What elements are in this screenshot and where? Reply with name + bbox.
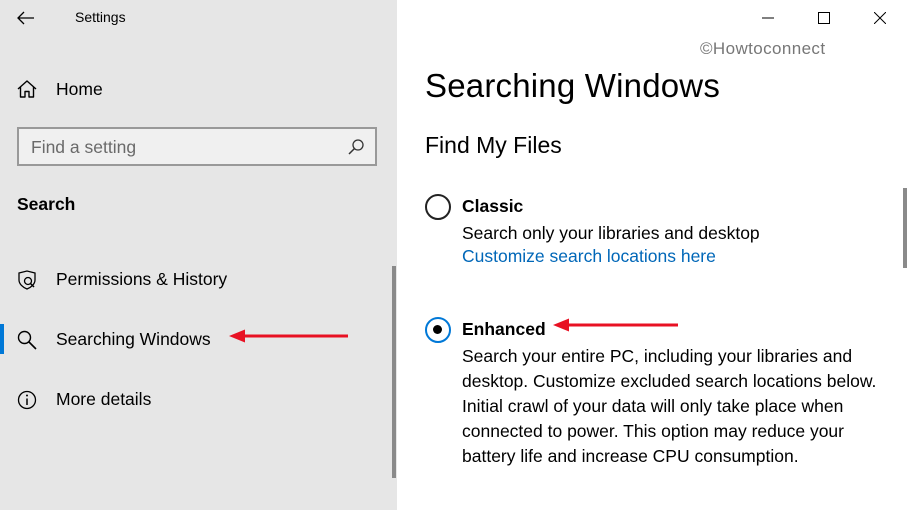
sidebar-item-label: Searching Windows	[56, 329, 211, 349]
radio-selected-dot	[433, 325, 442, 334]
info-icon	[17, 390, 37, 410]
content-scrollbar[interactable]	[903, 188, 907, 268]
maximize-icon	[818, 12, 830, 24]
option-description: Search your entire PC, including your li…	[462, 346, 877, 466]
sidebar-item-label: Home	[56, 79, 103, 99]
customize-search-locations-link[interactable]: Customize search locations here	[462, 246, 716, 267]
sidebar-item-more-details[interactable]: More details	[0, 376, 392, 422]
back-button[interactable]	[8, 4, 44, 32]
sidebar-item-permissions-history[interactable]: Permissions & History	[0, 256, 392, 302]
option-enhanced: Enhanced Search your entire PC, includin…	[425, 317, 895, 497]
search-input[interactable]	[31, 136, 331, 158]
app-title: Settings	[75, 9, 126, 25]
section-title: Find My Files	[425, 132, 562, 158]
close-icon	[874, 12, 886, 24]
sidebar: Settings Home Search Permissions & Histo…	[0, 0, 397, 510]
maximize-button[interactable]	[806, 5, 842, 31]
shield-search-icon	[18, 270, 36, 290]
search-icon	[17, 330, 37, 350]
close-button[interactable]	[862, 5, 898, 31]
minimize-button[interactable]	[750, 5, 786, 31]
settings-search-box[interactable]	[17, 127, 377, 166]
sidebar-item-home[interactable]: Home	[0, 70, 397, 108]
sidebar-scrollbar[interactable]	[392, 266, 396, 478]
back-arrow-icon	[17, 11, 34, 25]
annotation-arrow-icon	[229, 329, 348, 343]
option-label[interactable]: Enhanced	[462, 319, 546, 340]
sidebar-item-label: Permissions & History	[56, 269, 228, 289]
option-label[interactable]: Classic	[462, 196, 523, 217]
section-heading: Search	[17, 194, 76, 214]
minimize-icon	[762, 17, 774, 19]
main-content: ©Howtoconnect Searching Windows Find My …	[397, 0, 910, 510]
classic-radio[interactable]	[425, 194, 451, 220]
enhanced-radio[interactable]	[425, 317, 451, 343]
page-title: Searching Windows	[425, 67, 721, 104]
option-classic: Classic Search only your libraries and d…	[425, 194, 895, 274]
annotation-arrow-icon	[553, 318, 678, 332]
home-icon	[17, 80, 37, 98]
search-icon	[348, 139, 364, 155]
option-description: Search only your libraries and desktop	[462, 223, 760, 243]
sidebar-item-label: More details	[56, 389, 152, 409]
watermark: ©Howtoconnect	[700, 39, 826, 58]
